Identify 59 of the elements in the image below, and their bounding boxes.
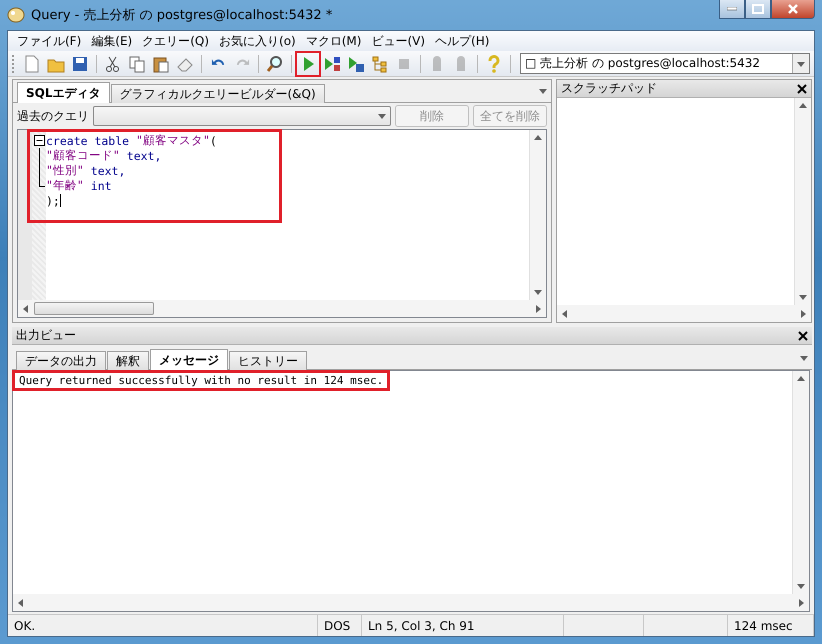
history-dropdown[interactable] xyxy=(93,106,391,126)
minimize-button[interactable] xyxy=(719,0,745,19)
minimize-icon xyxy=(727,7,737,11)
scroll-down-icon[interactable] xyxy=(799,293,807,301)
tab-menu-icon[interactable] xyxy=(800,354,808,362)
menu-item[interactable]: マクロ(M) xyxy=(300,32,366,50)
scroll-down-icon[interactable] xyxy=(534,288,542,296)
scroll-right-icon[interactable] xyxy=(797,598,805,606)
scroll-left-icon[interactable] xyxy=(22,304,30,312)
output-tab[interactable]: メッセージ xyxy=(150,349,228,370)
dropdown-arrow-icon[interactable] xyxy=(797,60,805,68)
toolbar-button[interactable] xyxy=(297,52,319,74)
copy-icon xyxy=(127,54,147,74)
output-tab[interactable]: データの出力 xyxy=(16,351,106,370)
fold-minus-icon[interactable] xyxy=(34,133,44,148)
window-title: Query - 売上分析 の postgres@localhost:5432 * xyxy=(31,7,334,24)
scroll-up-icon[interactable] xyxy=(799,102,807,110)
editor-tab[interactable]: グラフィカルクエリービルダー(&Q) xyxy=(110,84,325,103)
scroll-up-icon[interactable] xyxy=(797,375,805,383)
menu-item[interactable]: ヘルプ(H) xyxy=(430,32,494,50)
pane-title: 出力ビュー xyxy=(16,327,76,344)
connection-dropdown[interactable]: □ 売上分析 の postgres@localhost:5432 xyxy=(520,53,810,74)
result-message: Query returned successfully with no result in 124 msec. xyxy=(18,374,384,387)
status-text: DOS xyxy=(318,615,362,636)
editor-tab[interactable]: SQLエディタ xyxy=(17,82,110,103)
close-icon xyxy=(787,4,799,14)
output-tab[interactable]: ヒストリー xyxy=(229,351,307,370)
code-line: "年齢" int xyxy=(32,178,217,193)
magnifier-icon xyxy=(265,54,285,74)
fold-end xyxy=(38,178,44,187)
close-button[interactable] xyxy=(771,0,815,19)
close-icon[interactable] xyxy=(798,330,808,340)
history-label: 過去のクエリ xyxy=(17,108,89,124)
pane-title: スクラッチパッド xyxy=(561,80,657,97)
output-tab[interactable]: 解釈 xyxy=(107,351,149,370)
menu-item[interactable]: ファイル(F) xyxy=(12,32,86,50)
scroll-up-icon[interactable] xyxy=(534,134,542,142)
scroll-down-icon[interactable] xyxy=(797,582,805,590)
scrollbar-thumb[interactable] xyxy=(34,302,154,315)
scroll-left-icon[interactable] xyxy=(561,310,569,318)
status-text: Ln 5, Col 3, Ch 91 xyxy=(362,615,564,636)
code-line: create table "顧客マスタ"( xyxy=(32,133,217,148)
maximize-icon xyxy=(752,4,764,14)
menu-item[interactable]: クエリー(Q) xyxy=(137,32,214,50)
menu-item[interactable]: 編集(E) xyxy=(86,32,138,50)
menu-item[interactable]: ビュー(V) xyxy=(366,32,430,50)
menu-item[interactable]: お気に入り(o) xyxy=(214,32,301,50)
maximize-button[interactable] xyxy=(745,0,771,19)
dropdown-arrow-icon[interactable] xyxy=(378,112,386,120)
code-line: ); xyxy=(45,193,62,208)
tab-menu-icon[interactable] xyxy=(539,87,547,95)
status-text: OK. xyxy=(8,615,318,636)
code-line: "性別" text, xyxy=(32,163,217,178)
close-icon[interactable] xyxy=(797,84,807,94)
code-line: "顧客コード" text, xyxy=(32,148,217,163)
scroll-right-icon[interactable] xyxy=(534,304,542,312)
scroll-left-icon[interactable] xyxy=(17,598,25,606)
status-text: 124 msec xyxy=(728,615,814,636)
scroll-right-icon[interactable] xyxy=(799,310,807,318)
